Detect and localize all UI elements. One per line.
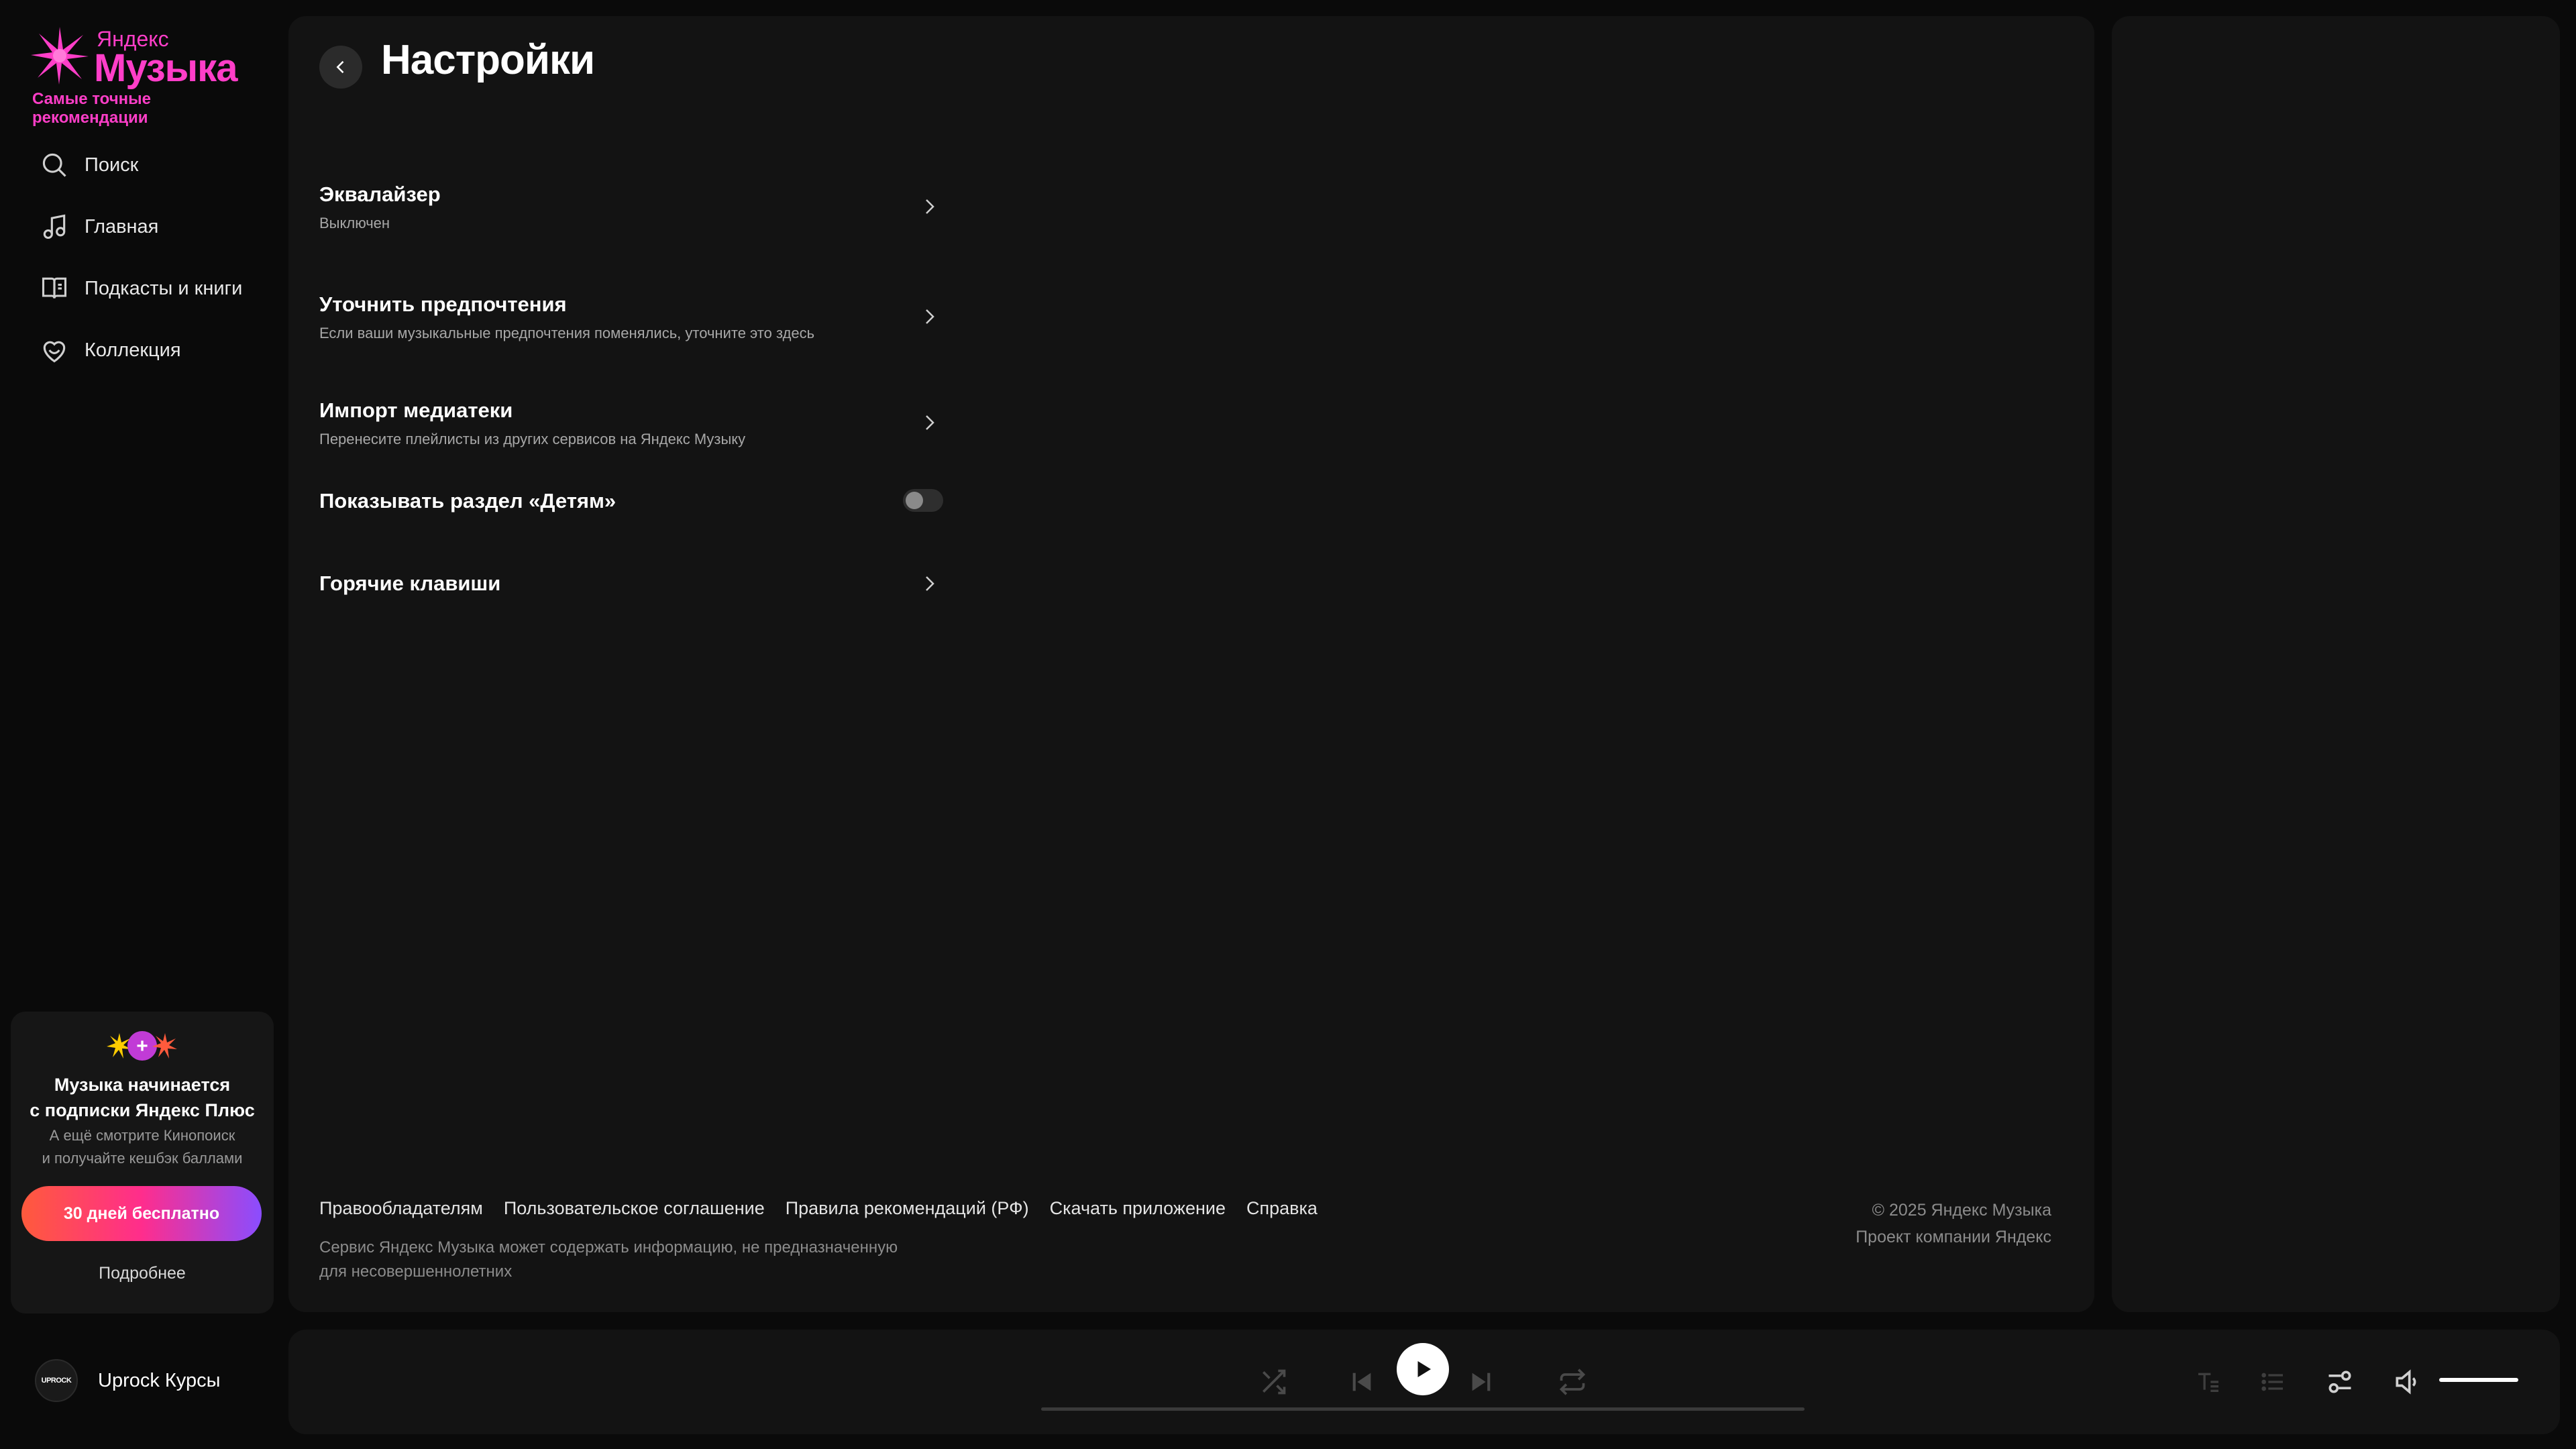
setting-description: Перенесите плейлисты из других сервисов … xyxy=(319,431,746,447)
promo-title-line: Музыка начинается xyxy=(54,1075,231,1095)
nav-item-podcasts[interactable]: Подкасты и книги xyxy=(38,258,266,319)
play-icon xyxy=(1417,1361,1431,1377)
yandex-music-logo[interactable]: Яндекс Музыка Самые точные рекомендации xyxy=(30,25,258,127)
promo-more-link[interactable]: Подробнее xyxy=(11,1264,274,1283)
chevron-right-icon xyxy=(916,303,943,330)
setting-title: Горячие клавиши xyxy=(319,572,501,595)
chevron-left-icon xyxy=(336,60,344,74)
right-panel xyxy=(2112,16,2560,1312)
avatar: UPROCK xyxy=(35,1359,78,1402)
nav-item-search[interactable]: Поиск xyxy=(38,134,266,196)
setting-title: Импорт медиатеки xyxy=(319,398,513,422)
chevron-right-icon xyxy=(916,570,943,597)
footer-link-rightholders[interactable]: Правообладателям xyxy=(319,1198,483,1219)
setting-title: Уточнить предпочтения xyxy=(319,292,567,316)
logo-brand-name: Музыка xyxy=(94,46,237,90)
setting-hotkeys[interactable]: Горячие клавиши xyxy=(319,572,943,596)
volume-icon[interactable] xyxy=(2380,1355,2434,1409)
sidebar: Яндекс Музыка Самые точные рекомендации … xyxy=(0,0,282,1328)
settings-panel: Настройки Эквалайзер Выключен Уточнить п… xyxy=(288,16,2094,1312)
company-line: Проект компании Яндекс xyxy=(1856,1228,2051,1246)
music-note-icon xyxy=(38,210,71,244)
footer-links: Правообладателям Пользовательское соглаш… xyxy=(319,1198,1318,1219)
setting-title: Эквалайзер xyxy=(319,182,441,206)
plus-badges-icon: + xyxy=(107,1031,177,1061)
setting-description: Выключен xyxy=(319,215,390,231)
footer-link-help[interactable]: Справка xyxy=(1246,1198,1318,1219)
chevron-right-icon xyxy=(916,193,943,220)
setting-description: Если ваши музыкальные предпочтения помен… xyxy=(319,325,815,341)
promo-title: Музыка начинается с подписки Яндекс Плюс xyxy=(11,1072,274,1123)
volume-slider[interactable] xyxy=(2439,1378,2518,1382)
nav-item-label: Подкасты и книги xyxy=(85,277,243,299)
shuffle-icon[interactable] xyxy=(1246,1355,1300,1409)
play-button[interactable] xyxy=(1397,1343,1449,1395)
svg-text:+: + xyxy=(136,1035,148,1057)
plus-promo-card: + Музыка начинается с подписки Яндекс Пл… xyxy=(11,1012,274,1313)
repeat-icon[interactable] xyxy=(1546,1355,1599,1409)
age-disclaimer: Сервис Яндекс Музыка может содержать инф… xyxy=(319,1236,898,1284)
back-button[interactable] xyxy=(319,46,362,89)
user-profile[interactable]: UPROCK Uprock Курсы xyxy=(35,1359,220,1402)
copyright: © 2025 Яндекс Музыка Проект компании Янд… xyxy=(1856,1197,2051,1250)
logo-tagline: Самые точные рекомендации xyxy=(32,90,152,127)
footer-link-download-app[interactable]: Скачать приложение xyxy=(1050,1198,1226,1219)
nav-item-label: Коллекция xyxy=(85,339,181,361)
previous-icon[interactable] xyxy=(1335,1355,1389,1409)
setting-preferences[interactable]: Уточнить предпочтения Если ваши музыкаль… xyxy=(319,292,943,342)
nav-item-collection[interactable]: Коллекция xyxy=(38,319,266,381)
promo-text-line: А ещё смотрите Кинопоиск xyxy=(49,1127,235,1144)
promo-text-line: и получайте кешбэк баллами xyxy=(42,1150,243,1167)
user-name: Uprock Курсы xyxy=(98,1369,221,1391)
kids-section-toggle[interactable] xyxy=(903,489,943,512)
copyright-line: © 2025 Яндекс Музыка xyxy=(1872,1201,2051,1220)
player-bar xyxy=(288,1330,2560,1434)
logo-star-icon xyxy=(31,27,89,85)
search-icon xyxy=(38,148,71,182)
setting-import-library[interactable]: Импорт медиатеки Перенесите плейлисты из… xyxy=(319,398,943,448)
lyrics-icon[interactable] xyxy=(2182,1355,2235,1409)
page-title: Настройки xyxy=(381,37,595,83)
promo-title-line: с подписки Яндекс Плюс xyxy=(30,1100,255,1120)
promo-text: А ещё смотрите Кинопоиск и получайте кеш… xyxy=(11,1124,274,1170)
footer-link-user-agreement[interactable]: Пользовательское соглашение xyxy=(504,1198,765,1219)
chevron-right-icon xyxy=(916,409,943,436)
main-nav: Поиск Главная Подкасты и книги Коллекция xyxy=(38,134,266,381)
setting-kids-section: Показывать раздел «Детям» xyxy=(319,489,943,513)
footer-link-recommendation-rules[interactable]: Правила рекомендаций (РФ) xyxy=(786,1198,1029,1219)
equalizer-icon[interactable] xyxy=(2313,1355,2367,1409)
free-trial-button[interactable]: 30 дней бесплатно xyxy=(21,1186,262,1241)
nav-item-label: Поиск xyxy=(85,154,139,176)
playback-progress-bar[interactable] xyxy=(1041,1407,1805,1411)
queue-icon[interactable] xyxy=(2246,1355,2300,1409)
nav-item-home[interactable]: Главная xyxy=(38,196,266,258)
heart-icon xyxy=(38,333,71,367)
disclaimer-line: Сервис Яндекс Музыка может содержать инф… xyxy=(319,1238,898,1256)
toggle-knob xyxy=(906,492,923,509)
book-icon xyxy=(38,272,71,305)
setting-equalizer[interactable]: Эквалайзер Выключен xyxy=(319,182,943,232)
next-icon[interactable] xyxy=(1454,1355,1508,1409)
disclaimer-line: для несовершеннолетних xyxy=(319,1263,513,1281)
setting-title: Показывать раздел «Детям» xyxy=(319,489,616,513)
nav-item-label: Главная xyxy=(85,215,159,237)
